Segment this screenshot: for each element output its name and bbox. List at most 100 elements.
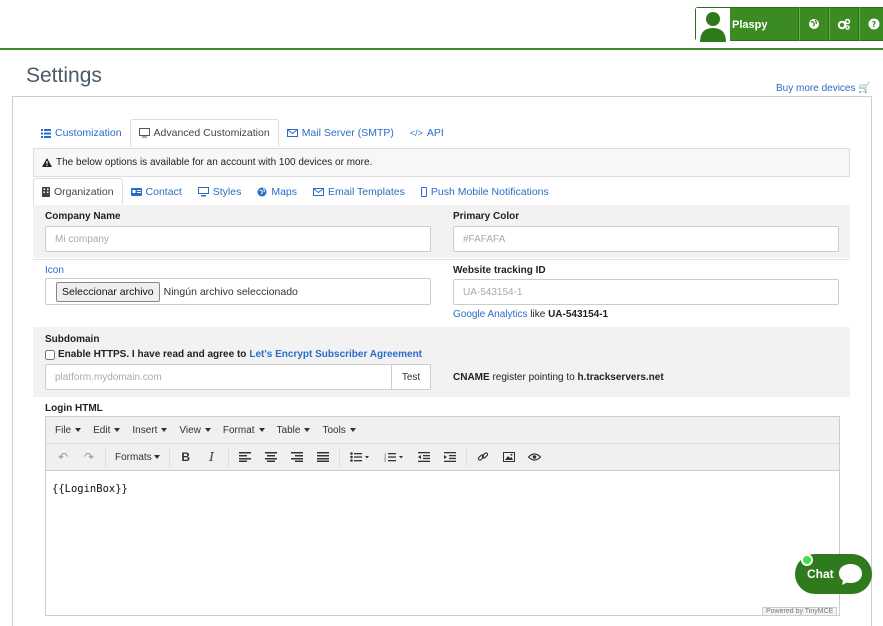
link-button[interactable] bbox=[470, 446, 496, 468]
bold-button[interactable]: B bbox=[173, 446, 199, 468]
chat-bubble-icon bbox=[839, 564, 862, 585]
language-button[interactable] bbox=[799, 7, 829, 41]
menu-table[interactable]: Table bbox=[271, 425, 317, 436]
align-left-button[interactable] bbox=[232, 446, 258, 468]
sub-tabs: Organization Contact Styles Maps Email T… bbox=[33, 178, 557, 205]
indent-icon bbox=[443, 452, 456, 462]
menu-format[interactable]: Format bbox=[217, 425, 271, 436]
envelope-icon bbox=[286, 129, 298, 137]
user-avatar-icon bbox=[696, 8, 730, 42]
image-button[interactable] bbox=[496, 446, 522, 468]
outdent-button[interactable] bbox=[411, 446, 437, 468]
tab-api[interactable]: </> API bbox=[402, 119, 452, 147]
caret-down-icon bbox=[204, 428, 211, 432]
buy-more-devices-link[interactable]: Buy more devices 🛒 bbox=[776, 83, 871, 94]
toolbar-separator bbox=[465, 448, 467, 466]
chat-label: Chat bbox=[807, 567, 834, 581]
menu-tools[interactable]: Tools bbox=[316, 425, 361, 436]
menu-edit[interactable]: Edit bbox=[87, 425, 126, 436]
svg-text:3: 3 bbox=[384, 459, 386, 462]
menu-file[interactable]: File bbox=[49, 425, 87, 436]
eye-icon bbox=[528, 453, 542, 461]
numbered-list-button[interactable]: 123 bbox=[377, 446, 411, 468]
caret-down-icon bbox=[161, 428, 168, 432]
menu-insert[interactable]: Insert bbox=[126, 425, 173, 436]
editor-content[interactable]: {{LoginBox}} bbox=[46, 471, 839, 507]
tab-advanced-customization[interactable]: Advanced Customization bbox=[129, 119, 279, 147]
user-menu-button[interactable]: Plaspy bbox=[695, 7, 799, 42]
id-card-icon bbox=[130, 187, 142, 196]
redo-button[interactable]: ↷ bbox=[76, 446, 102, 468]
https-option: Enable HTTPS. I have read and agree to L… bbox=[45, 349, 422, 360]
align-justify-icon bbox=[316, 452, 329, 462]
bullet-list-button[interactable] bbox=[343, 446, 377, 468]
mobile-icon bbox=[420, 186, 427, 197]
caret-down-icon bbox=[114, 428, 121, 432]
align-center-icon bbox=[264, 452, 277, 462]
tab-push-notifications[interactable]: Push Mobile Notifications bbox=[413, 178, 557, 205]
company-name-label: Company Name bbox=[45, 211, 121, 222]
choose-file-button[interactable]: Seleccionar archivo bbox=[56, 281, 160, 302]
undo-icon: ↶ bbox=[57, 450, 69, 464]
tab-email-templates[interactable]: Email Templates bbox=[305, 178, 413, 205]
company-name-input[interactable]: Mi company bbox=[45, 226, 431, 252]
undo-button[interactable]: ↶ bbox=[50, 446, 76, 468]
bold-icon: B bbox=[181, 450, 190, 464]
caret-down-icon bbox=[304, 428, 311, 432]
tab-customization[interactable]: Customization bbox=[33, 119, 130, 147]
preview-button[interactable] bbox=[522, 446, 548, 468]
main-tabs: Customization Advanced Customization Mai… bbox=[33, 119, 452, 147]
italic-button[interactable]: I bbox=[199, 446, 225, 468]
italic-icon: I bbox=[209, 450, 215, 464]
code-icon: </> bbox=[409, 128, 423, 138]
envelope-icon bbox=[313, 187, 325, 196]
cogs-icon bbox=[837, 18, 851, 30]
tab-mail-server[interactable]: Mail Server (SMTP) bbox=[279, 119, 402, 147]
tab-maps[interactable]: Maps bbox=[249, 178, 305, 205]
top-bar: Plaspy ? bbox=[0, 0, 883, 50]
page-title: Settings bbox=[26, 64, 102, 87]
align-justify-button[interactable] bbox=[310, 446, 336, 468]
list-icon bbox=[41, 128, 51, 138]
image-icon bbox=[502, 452, 515, 462]
icon-file-input[interactable]: Seleccionar archivo Ningún archivo selec… bbox=[45, 278, 431, 305]
menu-view[interactable]: View bbox=[173, 425, 217, 436]
align-right-button[interactable] bbox=[284, 446, 310, 468]
align-left-icon bbox=[238, 452, 251, 462]
primary-color-input[interactable]: #FAFAFA bbox=[453, 226, 839, 252]
tab-organization[interactable]: Organization bbox=[33, 178, 123, 205]
tracking-help: Google Analytics like UA-543154-1 bbox=[453, 309, 609, 320]
caret-down-icon bbox=[349, 428, 356, 432]
user-name: Plaspy bbox=[732, 19, 768, 31]
google-analytics-link[interactable]: Google Analytics bbox=[453, 309, 528, 320]
test-button[interactable]: Test bbox=[392, 364, 431, 390]
help-button[interactable]: ? bbox=[859, 7, 883, 41]
cart-icon: 🛒 bbox=[858, 83, 871, 94]
formats-dropdown[interactable]: Formats bbox=[109, 452, 166, 463]
notice-alert: The below options is available for an ac… bbox=[33, 148, 850, 177]
building-icon bbox=[42, 186, 50, 197]
lets-encrypt-link[interactable]: Let's Encrypt Subscriber Agreement bbox=[249, 349, 422, 360]
toolbar-separator bbox=[227, 448, 229, 466]
editor-menubar: File Edit Insert View Format Table Tools bbox=[46, 417, 839, 444]
editor-toolbar: ↶ ↷ Formats B I 123 bbox=[46, 444, 839, 471]
subdomain-input[interactable]: platform.mydomain.com bbox=[45, 364, 392, 390]
numbered-list-icon: 123 bbox=[384, 453, 403, 462]
https-checkbox[interactable] bbox=[45, 349, 55, 360]
outdent-icon bbox=[417, 452, 430, 462]
settings-button[interactable] bbox=[829, 7, 859, 41]
warning-icon bbox=[42, 158, 52, 167]
tab-styles[interactable]: Styles bbox=[190, 178, 250, 205]
tab-contact[interactable]: Contact bbox=[123, 178, 190, 205]
redo-icon: ↷ bbox=[83, 450, 95, 464]
caret-down-icon bbox=[258, 428, 265, 432]
tracking-id-label: Website tracking ID bbox=[453, 265, 546, 276]
indent-button[interactable] bbox=[437, 446, 463, 468]
monitor-icon bbox=[138, 128, 150, 138]
caret-down-icon bbox=[153, 455, 160, 459]
online-status-dot bbox=[801, 554, 813, 566]
desktop-icon bbox=[197, 186, 209, 196]
align-center-button[interactable] bbox=[258, 446, 284, 468]
toolbar-separator bbox=[105, 448, 106, 466]
tracking-id-input[interactable]: UA-543154-1 bbox=[453, 279, 839, 305]
